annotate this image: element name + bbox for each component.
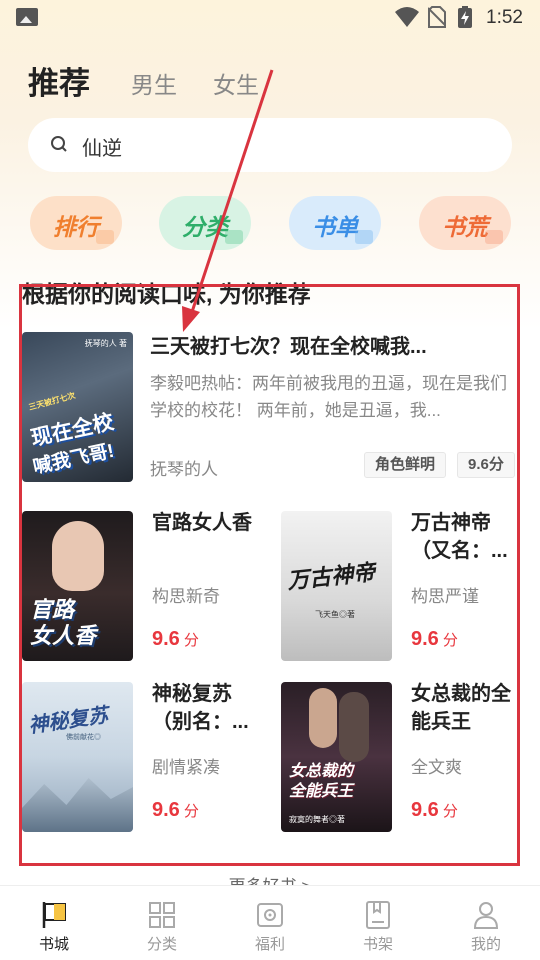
tab-recommend[interactable]: 推荐 — [28, 58, 90, 103]
ranking-decor-icon — [96, 230, 114, 244]
no-sim-icon — [428, 6, 446, 28]
bookshelf-icon — [366, 901, 390, 929]
booklist-button[interactable]: 书单 — [289, 196, 381, 250]
search-input[interactable]: 仙逆 — [82, 132, 122, 161]
nav-category[interactable]: 分类 — [108, 886, 216, 960]
search-bar[interactable]: 仙逆 — [28, 118, 512, 172]
nav-category-label: 分类 — [146, 936, 177, 953]
tab-male[interactable]: 男生 — [131, 66, 177, 100]
wifi-icon — [395, 7, 419, 27]
highlight-box — [19, 284, 520, 866]
more-books-button[interactable]: 更多好书 > — [22, 866, 518, 886]
nav-bookstore-label: 书城 — [38, 936, 69, 953]
flag-icon — [42, 902, 66, 928]
search-icon — [51, 136, 67, 152]
more-books-label: 更多好书 > — [229, 872, 312, 886]
category-decor-icon — [225, 230, 243, 244]
book-shortage-button[interactable]: 书荒 — [419, 196, 511, 250]
gallery-notification-icon — [16, 8, 38, 26]
gift-icon — [257, 903, 283, 927]
status-time: 1:52 — [486, 7, 523, 28]
ranking-button[interactable]: 排行 — [30, 196, 122, 250]
book-shortage-decor-icon — [485, 230, 503, 244]
nav-bookshelf-label: 书架 — [362, 936, 393, 953]
battery-charging-icon — [458, 6, 472, 28]
nav-mine[interactable]: 我的 — [432, 886, 540, 960]
bottom-nav: 书城 分类 福利 书架 我的 — [0, 885, 540, 960]
person-icon — [473, 902, 499, 929]
tab-female[interactable]: 女生 — [213, 66, 259, 100]
nav-welfare[interactable]: 福利 — [216, 886, 324, 960]
nav-welfare-label: 福利 — [254, 936, 285, 953]
category-button[interactable]: 分类 — [159, 196, 251, 250]
nav-bookstore[interactable]: 书城 — [0, 886, 108, 960]
nav-bookshelf[interactable]: 书架 — [324, 886, 432, 960]
nav-mine-label: 我的 — [470, 936, 501, 953]
booklist-decor-icon — [355, 230, 373, 244]
grid-icon — [149, 902, 175, 928]
status-bar: 1:52 — [0, 0, 540, 36]
